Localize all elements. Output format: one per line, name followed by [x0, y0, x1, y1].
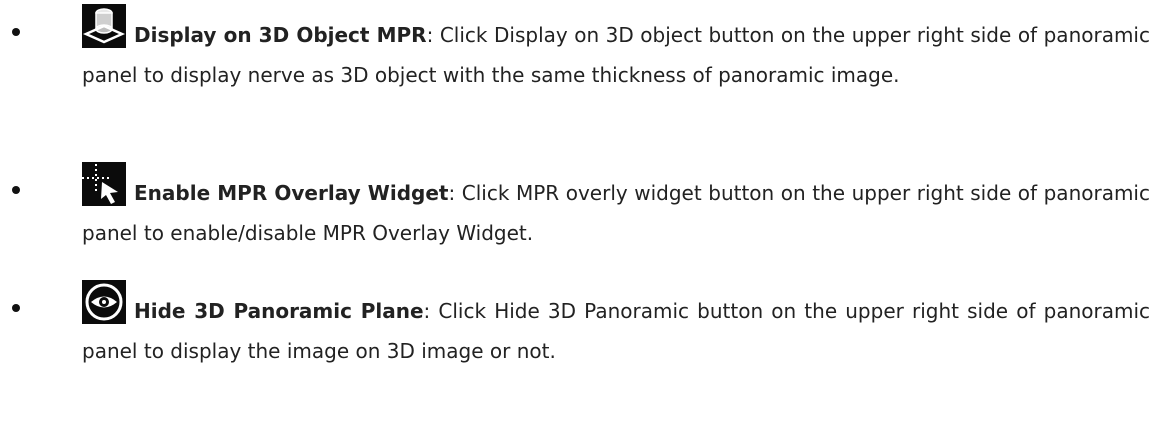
3d-object-icon — [82, 4, 126, 48]
document-body: Display on 3D Object MPR: Click Display … — [0, 0, 1170, 421]
bullet — [12, 28, 20, 36]
bullet — [12, 186, 20, 194]
list-item-text: Display on 3D Object MPR: Click Display … — [82, 4, 1150, 95]
eye-icon — [82, 280, 126, 324]
bullet — [12, 304, 20, 312]
item-title: Hide 3D Panoramic Plane — [134, 299, 424, 323]
list-item-text: Enable MPR Overlay Widget: Click MPR ove… — [82, 162, 1150, 253]
mpr-overlay-widget-icon — [82, 162, 126, 206]
item-title: Enable MPR Overlay Widget — [134, 181, 449, 205]
item-title: Display on 3D Object MPR — [134, 23, 427, 47]
list-item-text: Hide 3D Panoramic Plane: Click Hide 3D P… — [82, 280, 1150, 371]
